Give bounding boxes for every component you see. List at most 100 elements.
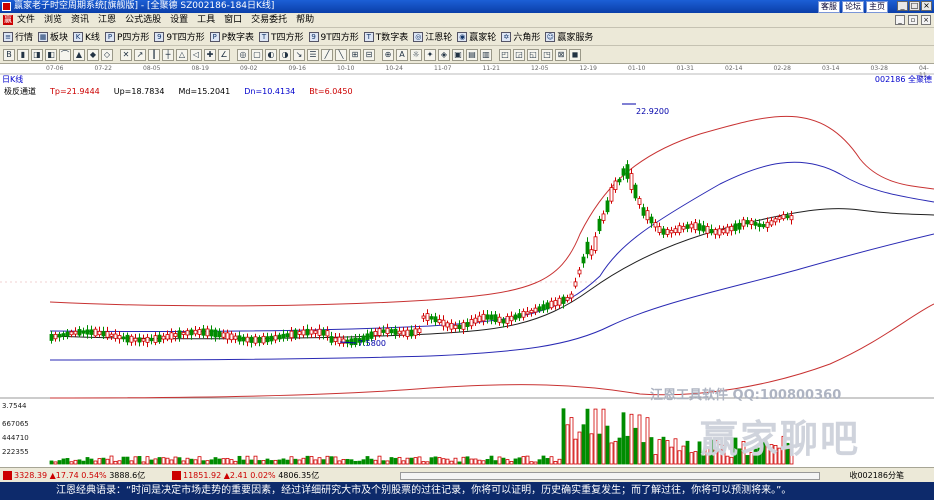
drawing-tool-icon[interactable]: ◼ <box>569 48 581 61</box>
drawing-tool-icon[interactable]: ┃ <box>148 48 160 61</box>
close-icon[interactable]: × <box>921 1 932 11</box>
drawing-tool-icon[interactable]: ✚ <box>204 48 216 61</box>
toolbar-button[interactable]: 9 9T四方形 <box>154 30 205 43</box>
drawing-tool-icon[interactable]: △ <box>176 48 188 61</box>
menu-app-icon[interactable]: 赢 <box>3 15 13 25</box>
volume-bar <box>105 458 110 465</box>
drawing-tool-icon[interactable]: ⊞ <box>349 48 361 61</box>
toolbar-button[interactable]: ◎ 江恩轮 <box>413 30 452 43</box>
candle-body <box>777 216 782 220</box>
volume-bar <box>149 459 154 465</box>
drawing-tool-icon[interactable]: ╲ <box>335 48 347 61</box>
menu-item[interactable]: 公式选股 <box>125 13 161 28</box>
candle-body <box>689 223 694 229</box>
low-price-label: 7.5800 <box>358 339 386 348</box>
drawing-tool-icon[interactable]: ⊠ <box>555 48 567 61</box>
menu-item[interactable]: 窗口 <box>224 13 242 28</box>
drawing-tool-icon[interactable]: ☰ <box>307 48 319 61</box>
horizontal-scrollbar[interactable] <box>400 472 820 480</box>
toolbar-button[interactable]: ◉ 赢家轮 <box>457 30 496 43</box>
candle-body <box>429 316 434 320</box>
drawing-tool-icon[interactable]: ▢ <box>251 48 263 61</box>
volume-bar <box>349 459 354 465</box>
drawing-tool-icon[interactable]: ∠ <box>218 48 230 61</box>
drawing-tool-icon[interactable]: ◑ <box>279 48 291 61</box>
drawing-tool-icon[interactable]: B <box>3 48 15 61</box>
toolbar-button[interactable]: P P数字表 <box>209 30 255 43</box>
mdi-close-icon[interactable]: × <box>921 15 931 25</box>
drawing-tool-icon[interactable]: ⊕ <box>382 48 394 61</box>
menu-item[interactable]: 帮助 <box>296 13 314 28</box>
candle-body <box>541 304 546 311</box>
sh-index[interactable]: 3328.39 ▲17.74 0.54% 3888.6亿 <box>3 468 145 483</box>
mdi-minimize-icon[interactable]: _ <box>895 15 905 25</box>
toolbar-button-label: K线 <box>85 33 100 43</box>
toolbar-button[interactable]: T T四方形 <box>259 30 304 43</box>
toolbar-button[interactable]: ☺ 赢家服务 <box>545 30 593 43</box>
sz-index[interactable]: 11851.92 ▲2.41 0.02% 4806.35亿 <box>172 468 319 483</box>
drawing-tool-icon[interactable]: ✦ <box>424 48 436 61</box>
toolbar-button[interactable]: ✡ 六角形 <box>501 30 540 43</box>
volume-bar <box>77 459 82 465</box>
drawing-tool-icon[interactable]: ⊟ <box>363 48 375 61</box>
drawing-tool-icon[interactable]: ◨ <box>31 48 43 61</box>
volume-bar <box>93 460 98 465</box>
drawing-tool-icon[interactable]: ◐ <box>265 48 277 61</box>
menu-item[interactable]: 交易委托 <box>251 13 287 28</box>
minimize-icon[interactable]: _ <box>897 1 908 11</box>
drawing-tool-icon[interactable]: ▤ <box>466 48 478 61</box>
drawing-tool-icon[interactable]: A <box>396 48 408 61</box>
chart-area[interactable]: 07-06 07-22 08-05 08-19 09-02 09-16 10-10 10-24… <box>0 64 934 467</box>
drawing-tool-icon[interactable]: ↘ <box>293 48 305 61</box>
menu-item[interactable]: 文件 <box>17 13 35 28</box>
drawing-tool-icon[interactable]: ◇ <box>101 48 113 61</box>
toolbar-button[interactable]: ▦ 板块 <box>38 30 68 43</box>
date-tick-label: 11-07 <box>434 65 452 72</box>
drawing-tool-icon[interactable]: ◰ <box>499 48 511 61</box>
drawing-tool-icon[interactable]: ▥ <box>480 48 492 61</box>
drawing-tool-icon[interactable]: ⌒ <box>59 48 71 61</box>
drawing-tool-icon[interactable]: ☼ <box>410 48 422 61</box>
drawing-tool-icon[interactable]: ◆ <box>87 48 99 61</box>
kline-chart[interactable] <box>0 64 934 467</box>
link-support[interactable]: 客服 <box>818 1 840 13</box>
drawing-tool-icon[interactable]: ◁ <box>190 48 202 61</box>
candle-body <box>277 334 282 340</box>
link-home[interactable]: 主页 <box>866 1 888 13</box>
vol-axis-label: 222355 <box>2 448 29 456</box>
drawing-tool-icon[interactable]: ┼ <box>162 48 174 61</box>
toolbar-button[interactable]: 9 9T四方形 <box>308 30 359 43</box>
drawing-tool-icon[interactable]: ◲ <box>513 48 525 61</box>
drawing-tool-icon[interactable]: ↗ <box>134 48 146 61</box>
menu-item[interactable]: 资讯 <box>71 13 89 28</box>
menu-item[interactable]: 设置 <box>170 13 188 28</box>
drawing-tool-icon[interactable]: ◱ <box>527 48 539 61</box>
volume-bar <box>73 459 78 465</box>
menu-item[interactable]: 浏览 <box>44 13 62 28</box>
period-label[interactable]: 日K线 <box>2 74 23 86</box>
tick-data-label[interactable]: 收002186分笔 <box>849 468 904 483</box>
menu-item[interactable]: 工具 <box>197 13 215 28</box>
drawing-tool-icon[interactable]: ✕ <box>120 48 132 61</box>
toolbar-button[interactable]: T T数字表 <box>363 30 408 43</box>
drawing-tool-icon[interactable]: ◎ <box>237 48 249 61</box>
drawing-tool-icon[interactable]: ◳ <box>541 48 553 61</box>
toolbar-button[interactable]: K K线 <box>73 30 100 43</box>
maximize-icon[interactable]: □ <box>909 1 920 11</box>
toolbar-button-label: P数字表 <box>221 33 255 43</box>
drawing-tool-icon[interactable]: ▣ <box>452 48 464 61</box>
menu-item[interactable]: 江恩 <box>98 13 116 28</box>
toolbar-button[interactable]: P P四方形 <box>104 30 149 43</box>
mdi-restore-icon[interactable]: ▫ <box>908 15 918 25</box>
volume-bar <box>401 460 406 465</box>
volume-bar <box>425 461 430 465</box>
volume-bar <box>221 458 226 465</box>
drawing-tool-icon[interactable]: ▲ <box>73 48 85 61</box>
drawing-tool-icon[interactable]: ◧ <box>45 48 57 61</box>
candle-body <box>373 331 378 336</box>
drawing-tool-icon[interactable]: ╱ <box>321 48 333 61</box>
drawing-tool-icon[interactable]: ▮ <box>17 48 29 61</box>
toolbar-button[interactable]: ≡ 行情 <box>3 30 33 43</box>
drawing-tool-icon[interactable]: ◈ <box>438 48 450 61</box>
link-forum[interactable]: 论坛 <box>842 1 864 13</box>
